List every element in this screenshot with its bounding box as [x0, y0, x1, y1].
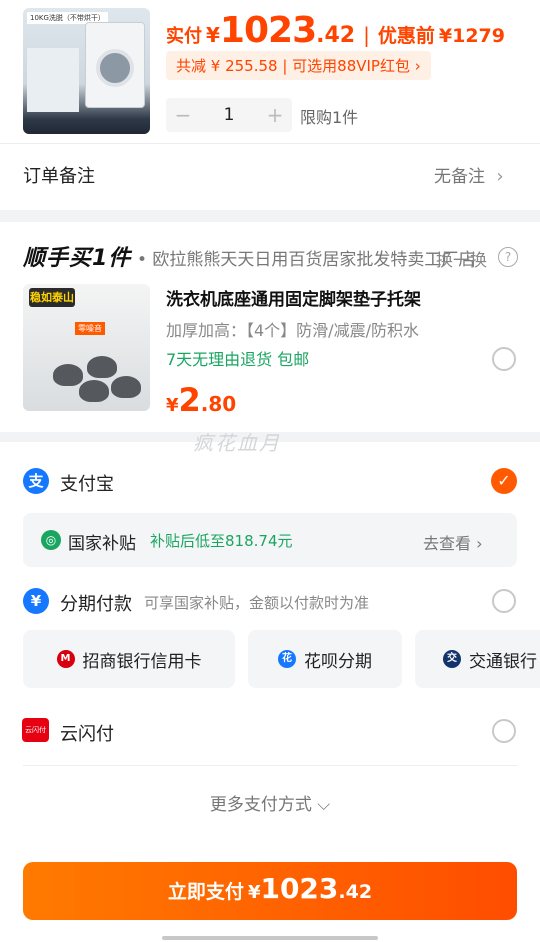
upsell-sub-badge: 零噪音 — [75, 322, 105, 335]
bank-option-cmb[interactable]: M 招商银行信用卡 — [23, 630, 235, 688]
bank-option-label: 交通银行 — [469, 651, 537, 672]
pay-now-amount-integer: 1023 — [260, 872, 339, 905]
upsell-title[interactable]: 洗衣机底座通用固定脚架垫子托架 — [166, 285, 421, 310]
pay-now-amount-decimal: .42 — [338, 881, 373, 903]
unionpay-label[interactable]: 云闪付 — [60, 720, 114, 746]
home-indicator — [162, 936, 378, 940]
more-payment-methods[interactable]: 更多支付方式 ⌵ — [0, 790, 540, 815]
huabei-logo-icon: 花 — [278, 650, 296, 668]
pay-now-button[interactable]: 立即支付 ¥ 1023 .42 — [23, 862, 517, 920]
order-note-value-text: 无备注 — [434, 167, 485, 187]
original-price: ¥1279 — [438, 25, 505, 47]
final-price-integer: 1023 — [219, 10, 317, 51]
installment-icon: ¥ — [23, 588, 49, 614]
price-separator: | — [363, 23, 370, 47]
alipay-label[interactable]: 支付宝 — [60, 470, 114, 496]
bank-option-huabei[interactable]: 花 花呗分期 — [248, 630, 402, 688]
pay-now-label: 立即支付 — [167, 881, 244, 903]
quantity-value[interactable]: 1 — [200, 105, 258, 125]
subsidy-icon: ◎ — [41, 530, 61, 550]
swap-button[interactable]: 换一换 — [436, 246, 487, 271]
quantity-stepper: − 1 + — [166, 98, 292, 132]
subsidy-view-link[interactable]: 去查看 › — [423, 530, 483, 554]
final-price-decimal: .42 — [316, 23, 356, 48]
foot-pad-image — [87, 356, 117, 378]
original-price-label: 优惠前 — [377, 25, 435, 47]
upsell-badge: 稳如泰山 — [29, 288, 75, 307]
upsell-price-decimal: .80 — [200, 392, 237, 416]
order-note-value[interactable]: 无备注 › — [434, 162, 504, 187]
quantity-plus-button[interactable]: + — [258, 103, 292, 127]
washer-drum — [96, 49, 134, 87]
upsell-promo: 7天无理由退货 包邮 — [166, 350, 310, 369]
washer-image — [85, 22, 145, 108]
upsell-price-integer: 2 — [178, 381, 201, 419]
unionpay-icon: 云闪付 — [22, 718, 49, 742]
upsell-spec[interactable]: 加厚加高：【4个】防滑/减震/防积水 — [166, 317, 468, 341]
watermark: 疯花血月 — [193, 431, 281, 455]
upsell-thumbnail[interactable]: 稳如泰山 零噪音 — [23, 284, 150, 411]
installment-radio[interactable] — [492, 589, 516, 613]
foot-pad-image — [53, 364, 83, 386]
upsell-price-currency: ¥ — [166, 395, 179, 416]
bank-option-label: 招商银行信用卡 — [82, 651, 202, 672]
product-thumbnail[interactable]: 10KG洗脱（不带烘干） — [23, 8, 150, 134]
discount-pill[interactable]: 共减 ¥ 255.58 | 可选用88VIP红包 › — [166, 51, 431, 80]
installment-label[interactable]: 分期付款 — [60, 590, 132, 616]
foot-pad-image — [111, 376, 141, 398]
help-icon[interactable]: ? — [498, 247, 518, 267]
upsell-header: 顺手买1件 — [23, 246, 132, 271]
installment-subtitle: 可享国家补贴，金额以付款时为准 — [144, 594, 370, 612]
bocom-logo-icon: 交 — [443, 650, 461, 668]
order-note-label: 订单备注 — [23, 166, 95, 187]
cmb-logo-icon: M — [56, 650, 75, 668]
section-gap — [0, 210, 540, 222]
divider — [0, 143, 540, 144]
bank-option-label: 花呗分期 — [304, 651, 372, 672]
subsidy-title: 国家补贴 — [68, 534, 136, 554]
chevron-right-icon: › — [496, 166, 504, 187]
price-row: 实付 ¥ 1023 .42 | 优惠前 ¥1279 — [166, 10, 505, 51]
alipay-icon: 支 — [23, 468, 49, 494]
alipay-radio-checked[interactable]: ✓ — [491, 468, 517, 494]
final-price-label: 实付 — [166, 26, 202, 47]
unionpay-radio[interactable] — [492, 719, 516, 743]
upsell-radio[interactable] — [492, 347, 516, 371]
pay-now-currency: ¥ — [247, 882, 261, 903]
purchase-limit: 限购1件 — [300, 108, 359, 127]
upsell-price: ¥ 2 .80 — [166, 381, 236, 419]
subsidy-note: 补贴后低至818.74元 — [150, 532, 293, 550]
final-price-currency: ¥ — [206, 23, 220, 47]
product-thumb-feature-list — [27, 48, 79, 112]
foot-pad-image — [79, 380, 109, 402]
bank-option-bocom[interactable]: 交 交通银行 — [415, 630, 540, 688]
divider — [23, 765, 517, 766]
quantity-minus-button[interactable]: − — [166, 103, 200, 127]
